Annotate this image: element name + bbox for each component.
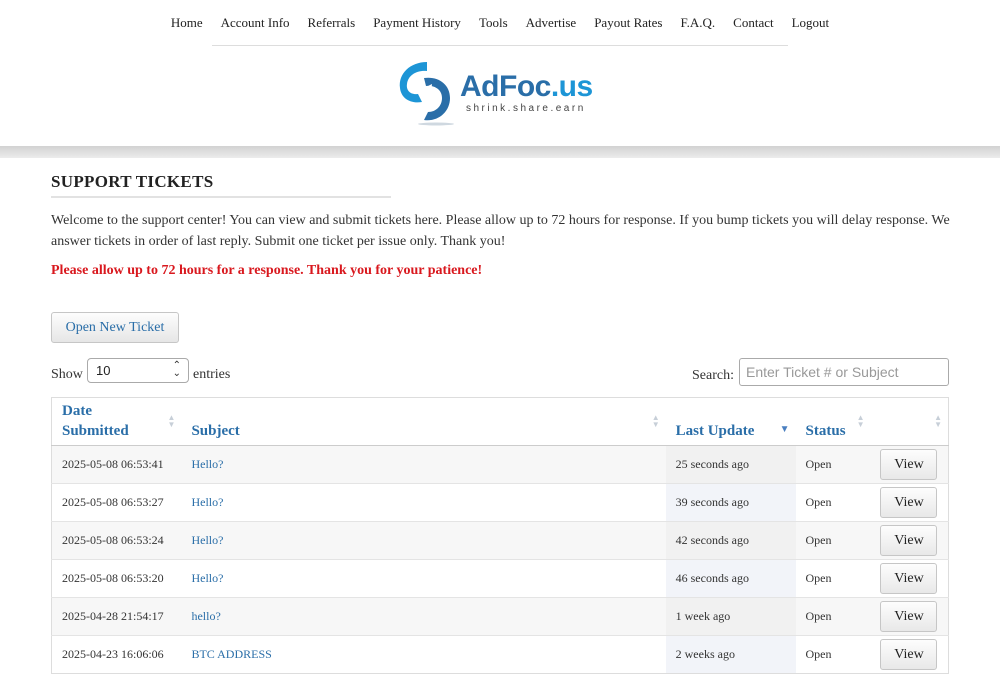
site-logo[interactable]: AdFoc.us shrink.share.earn <box>396 58 606 128</box>
view-button[interactable]: View <box>880 449 938 480</box>
header-band <box>0 146 1000 158</box>
logo-swirl-icon <box>399 62 454 126</box>
col-date-submitted[interactable]: Date Submitted ▲ ▼ <box>51 397 182 446</box>
cell-status: Open <box>795 559 871 598</box>
col-last-update-label: Last Update <box>675 423 755 439</box>
cell-date: 2025-05-08 06:53:24 <box>51 521 182 560</box>
cell-action: View <box>870 521 949 560</box>
cell-last-update: 39 seconds ago <box>665 483 796 522</box>
cell-last-update: 46 seconds ago <box>665 559 796 598</box>
table-row: 2025-04-28 21:54:17 hello? 1 week ago Op… <box>51 597 949 636</box>
search-input[interactable] <box>739 358 949 386</box>
cell-date: 2025-04-23 16:06:06 <box>51 635 182 674</box>
view-button[interactable]: View <box>880 639 938 670</box>
nav-faq[interactable]: F.A.Q. <box>671 15 724 31</box>
top-nav: Home Account Info Referrals Payment Hist… <box>0 0 1000 46</box>
nav-payout-rates[interactable]: Payout Rates <box>585 15 671 31</box>
page-title: SUPPORT TICKETS <box>51 172 214 191</box>
nav-account-info[interactable]: Account Info <box>212 15 299 31</box>
cell-status: Open <box>795 445 871 484</box>
entries-value: 10 <box>96 363 111 378</box>
col-last-update[interactable]: Last Update ▼ <box>665 397 796 446</box>
cell-date: 2025-04-28 21:54:17 <box>51 597 182 636</box>
search-label: Search: <box>692 368 734 383</box>
view-button[interactable]: View <box>880 601 938 632</box>
table-row: 2025-04-23 16:06:06 BTC ADDRESS 2 weeks … <box>51 635 949 674</box>
cell-date: 2025-05-08 06:53:41 <box>51 445 182 484</box>
cell-date: 2025-05-08 06:53:20 <box>51 559 182 598</box>
cell-subject-link[interactable]: Hello? <box>181 559 666 598</box>
title-divider <box>51 196 391 198</box>
col-status-label: Status <box>805 423 846 439</box>
cell-subject-link[interactable]: Hello? <box>181 521 666 560</box>
entries-label: entries <box>193 367 231 382</box>
cell-subject-link[interactable]: hello? <box>181 597 666 636</box>
logo-tagline: shrink.share.earn <box>466 103 586 114</box>
col-date-label: Date Submitted <box>62 403 129 439</box>
nav-logout[interactable]: Logout <box>783 15 839 31</box>
cell-subject-link[interactable]: Hello? <box>181 483 666 522</box>
cell-status: Open <box>795 521 871 560</box>
cell-status: Open <box>795 635 871 674</box>
cell-last-update: 25 seconds ago <box>665 445 796 484</box>
cell-status: Open <box>795 597 871 636</box>
cell-action: View <box>870 445 949 484</box>
view-button[interactable]: View <box>880 487 938 518</box>
cell-subject-link[interactable]: BTC ADDRESS <box>181 635 666 674</box>
sort-both-icon: ▲ ▼ <box>167 413 176 429</box>
table-row: 2025-05-08 06:53:27 Hello? 39 seconds ag… <box>51 483 949 522</box>
nav-home[interactable]: Home <box>162 15 212 31</box>
nav-referrals[interactable]: Referrals <box>299 15 365 31</box>
logo-wordmark: AdFoc.us <box>460 70 593 103</box>
tickets-table: Date Submitted ▲ ▼ Subject ▲ ▼ Last Update… <box>51 397 949 674</box>
cell-last-update: 1 week ago <box>665 597 796 636</box>
sort-both-icon: ▲ ▼ <box>651 413 660 429</box>
cell-action: View <box>870 483 949 522</box>
cell-date: 2025-05-08 06:53:27 <box>51 483 182 522</box>
view-button[interactable]: View <box>880 563 938 594</box>
cell-last-update: 2 weeks ago <box>665 635 796 674</box>
nav-advertise[interactable]: Advertise <box>517 15 586 31</box>
select-arrows-icon: ⌃ ⌄ <box>172 360 181 379</box>
sort-both-icon: ▲ ▼ <box>934 413 942 429</box>
sort-desc-icon: ▼ <box>779 424 790 435</box>
cell-last-update: 42 seconds ago <box>665 521 796 560</box>
table-row: 2025-05-08 06:53:20 Hello? 46 seconds ag… <box>51 559 949 598</box>
col-subject[interactable]: Subject ▲ ▼ <box>181 397 666 446</box>
cell-action: View <box>870 635 949 674</box>
cell-action: View <box>870 597 949 636</box>
view-button[interactable]: View <box>880 525 938 556</box>
nav-tools[interactable]: Tools <box>470 15 517 31</box>
col-action[interactable]: ▲ ▼ <box>870 397 949 446</box>
nav-divider <box>212 45 788 46</box>
col-subject-label: Subject <box>191 423 240 439</box>
show-label: Show <box>51 367 83 382</box>
table-header-row: Date Submitted ▲ ▼ Subject ▲ ▼ Last Update… <box>51 397 949 446</box>
cell-action: View <box>870 559 949 598</box>
sort-both-icon: ▲ ▼ <box>856 413 865 429</box>
open-new-ticket-button[interactable]: Open New Ticket <box>51 312 179 343</box>
cell-subject-link[interactable]: Hello? <box>181 445 666 484</box>
entries-select[interactable]: 10 ⌃ ⌄ <box>87 358 189 383</box>
table-row: 2025-05-08 06:53:41 Hello? 25 seconds ag… <box>51 445 949 484</box>
nav-contact[interactable]: Contact <box>724 15 782 31</box>
response-warning: Please allow up to 72 hours for a respon… <box>51 263 483 278</box>
col-status[interactable]: Status ▲ ▼ <box>795 397 871 446</box>
cell-status: Open <box>795 483 871 522</box>
intro-text: Welcome to the support center! You can v… <box>51 213 950 249</box>
nav-payment-history[interactable]: Payment History <box>364 15 470 31</box>
table-row: 2025-05-08 06:53:24 Hello? 42 seconds ag… <box>51 521 949 560</box>
